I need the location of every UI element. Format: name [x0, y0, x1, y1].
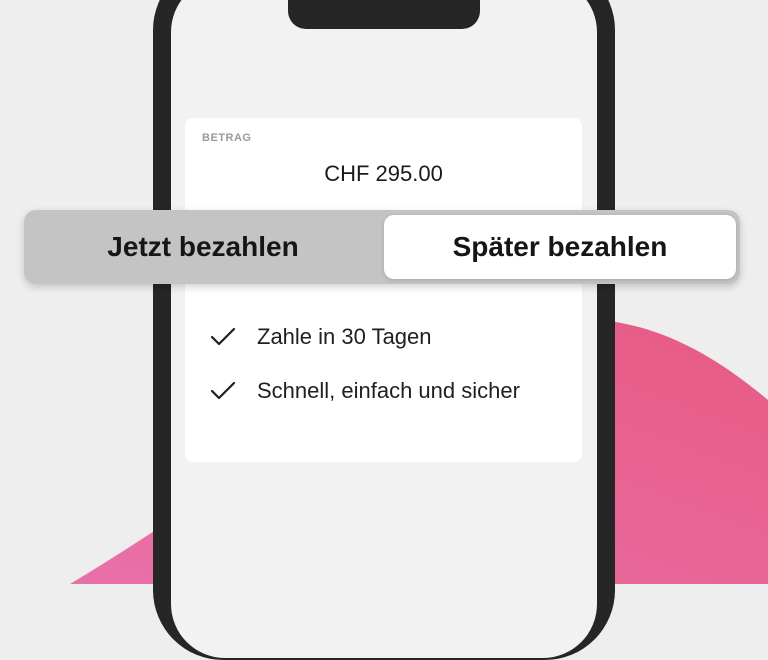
phone-notch [288, 0, 480, 29]
amount-value: CHF 295.00 [324, 161, 443, 186]
pay-later-option[interactable]: Später bezahlen [384, 215, 736, 279]
payment-card: BETRAG CHF 295.00 Zahle in 30 Tagen Schn… [185, 118, 582, 462]
feature-item: Zahle in 30 Tagen [210, 324, 432, 350]
feature-text: Schnell, einfach und sicher [257, 378, 520, 403]
check-icon [210, 381, 236, 400]
payment-timing-toggle: Jetzt bezahlen Später bezahlen [24, 210, 740, 284]
feature-text: Zahle in 30 Tagen [257, 324, 432, 349]
pay-now-option[interactable]: Jetzt bezahlen [24, 210, 382, 284]
feature-item: Schnell, einfach und sicher [210, 378, 520, 404]
check-icon [210, 327, 236, 346]
amount-label: BETRAG [202, 132, 252, 144]
